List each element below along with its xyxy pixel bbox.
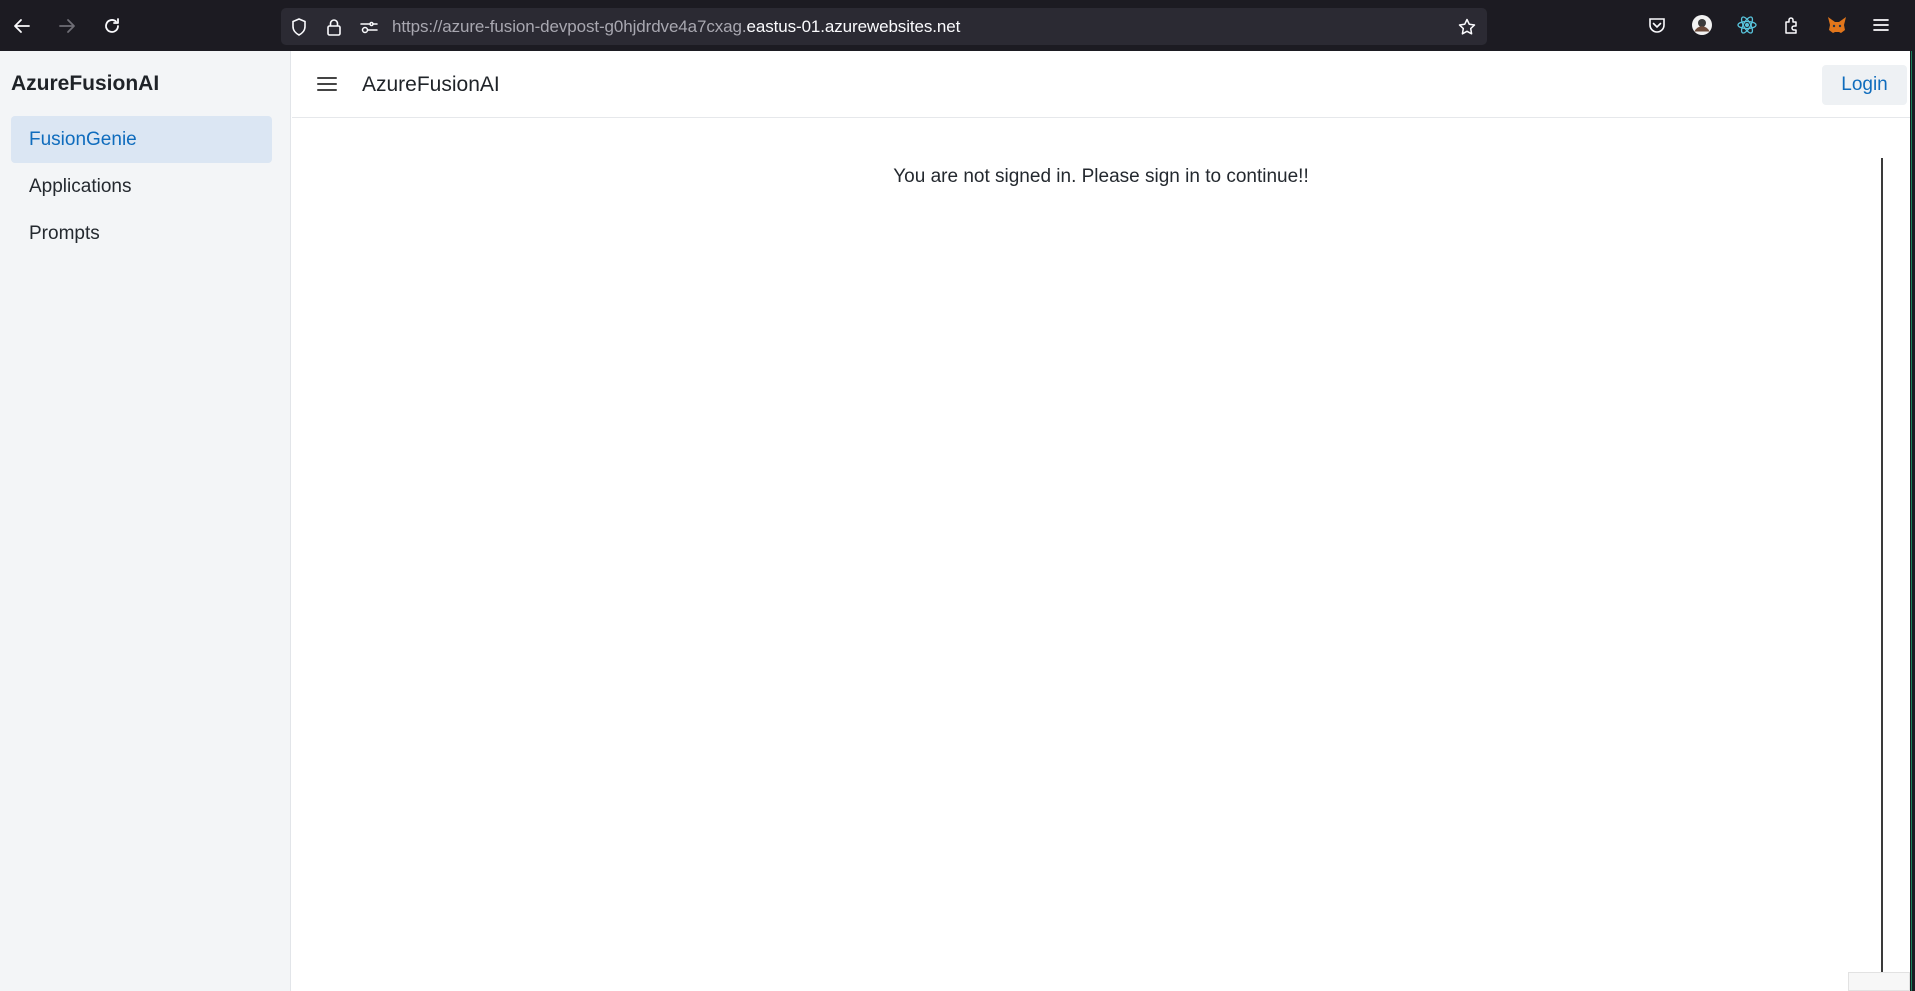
url-text[interactable]: https://azure-fusion-devpost-g0hjdrdve4a…: [392, 17, 960, 37]
reload-icon[interactable]: [97, 11, 127, 41]
page-title: AzureFusionAI: [362, 73, 500, 96]
metamask-icon[interactable]: [1825, 13, 1849, 37]
window-edge-accent: [1911, 51, 1912, 991]
app-header: AzureFusionAI Login: [292, 51, 1915, 118]
pocket-icon[interactable]: [1645, 13, 1669, 37]
content-divider: [1881, 158, 1883, 991]
url-bar[interactable]: https://azure-fusion-devpost-g0hjdrdve4a…: [281, 8, 1487, 45]
forward-icon[interactable]: [52, 11, 82, 41]
react-devtools-icon[interactable]: [1735, 13, 1759, 37]
sidebar-item-prompts[interactable]: Prompts: [11, 210, 272, 257]
sidebar: AzureFusionAI FusionGenie Applications P…: [0, 51, 291, 991]
star-icon[interactable]: [1456, 16, 1478, 38]
signin-message: You are not signed in. Please sign in to…: [893, 166, 1309, 187]
sidebar-item-label: FusionGenie: [29, 128, 137, 150]
back-icon[interactable]: [7, 11, 37, 41]
permissions-icon[interactable]: [358, 16, 380, 38]
account-avatar-icon[interactable]: [1690, 13, 1714, 37]
browser-toolbar: https://azure-fusion-devpost-g0hjdrdve4a…: [0, 0, 1915, 51]
sidebar-item-applications[interactable]: Applications: [11, 163, 272, 210]
extensions-icon[interactable]: [1780, 13, 1804, 37]
sidebar-item-label: Prompts: [29, 222, 100, 244]
sidebar-brand: AzureFusionAI: [11, 72, 160, 95]
shield-icon[interactable]: [288, 16, 310, 38]
menu-icon[interactable]: [1869, 13, 1893, 37]
login-button[interactable]: Login: [1822, 65, 1907, 105]
corner-badge: [1848, 972, 1910, 991]
sidebar-item-fusiongenie[interactable]: FusionGenie: [11, 116, 272, 163]
lock-icon[interactable]: [323, 16, 345, 38]
url-prefix: https://azure-fusion-devpost-g0hjdrdve4a…: [392, 17, 747, 36]
url-domain: eastus-01.azurewebsites.net: [746, 17, 961, 36]
sidebar-item-label: Applications: [29, 175, 132, 197]
hamburger-menu-icon[interactable]: [314, 71, 340, 97]
